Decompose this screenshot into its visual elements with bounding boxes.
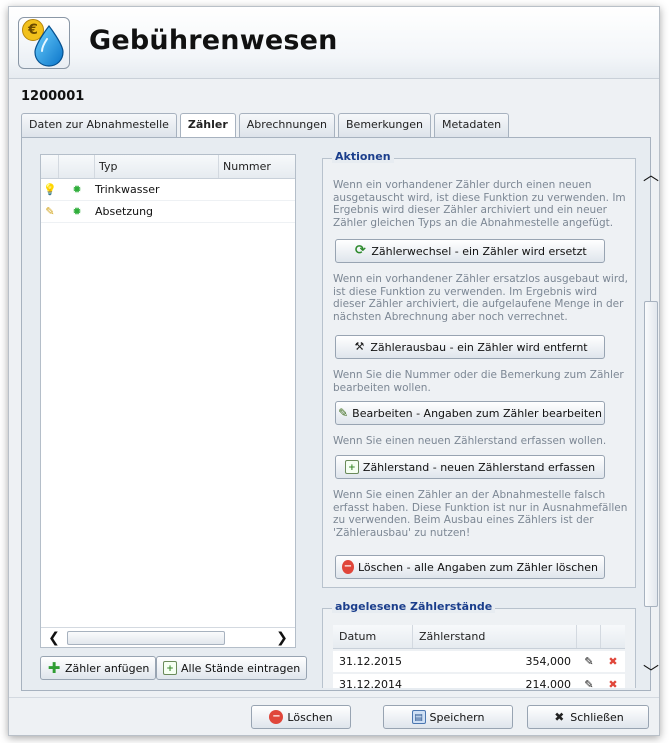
close-icon: ✖	[554, 710, 565, 724]
table-row[interactable]: 💡 ✹ Trinkwasser	[41, 179, 295, 201]
actions-scroll-area: Aktionen Wenn ein vorhandener Zähler dur…	[320, 148, 645, 688]
pencil-icon[interactable]: ✎	[577, 655, 601, 668]
tab-panel-zaehler: Typ Nummer 💡 ✹ Trinkwasser ✎ ✹ Absetzung…	[21, 137, 651, 691]
scroll-thumb[interactable]	[67, 630, 225, 645]
reading-datum: 31.12.2015	[339, 655, 402, 668]
green-bulb-icon: ✹	[72, 205, 82, 218]
pencil-icon[interactable]: ✎	[577, 678, 601, 688]
vertical-scrollbar[interactable]: ︿ ﹀	[641, 155, 659, 691]
chevron-down-icon[interactable]: ﹀	[641, 659, 659, 683]
green-bulb-icon: ✹	[72, 183, 82, 196]
table-row[interactable]: 31.12.2014 214,000 ✎ ✖	[333, 674, 625, 688]
scroll-track[interactable]	[67, 630, 269, 645]
delete-x-icon[interactable]: ✖	[601, 678, 625, 688]
action-hint: Wenn Sie einen neuen Zählerstand erfasse…	[333, 435, 607, 447]
remove-meter-label: Zählerausbau - ein Zähler wird entfernt	[370, 340, 588, 354]
reading-datum: 31.12.2014	[339, 678, 402, 688]
column-header-icon1	[41, 155, 59, 178]
chevron-up-icon[interactable]: ︿	[641, 161, 659, 185]
save-icon: ▤	[411, 710, 426, 724]
replace-meter-label: Zählerwechsel - ein Zähler wird ersetzt	[371, 244, 587, 258]
cycle-icon: ⟳	[354, 243, 366, 258]
column-header-icon2	[59, 155, 95, 178]
water-drop-icon	[34, 25, 64, 67]
replace-meter-button[interactable]: ⟳ Zählerwechsel - ein Zähler wird ersetz…	[335, 239, 605, 263]
tab-metadaten[interactable]: Metadaten	[434, 113, 510, 137]
tab-daten-zur-abnahmestelle[interactable]: Daten zur Abnahmestelle	[21, 113, 177, 137]
plus-icon: ✚	[47, 659, 61, 677]
actions-legend: Aktionen	[332, 150, 394, 163]
lightbulb-icon: 💡	[43, 183, 57, 196]
save-button[interactable]: ▤ Speichern	[383, 705, 513, 729]
delete-x-icon[interactable]: ✖	[601, 655, 625, 668]
action-hint: Wenn ein vorhandener Zähler durch einen …	[333, 179, 626, 229]
action-hint: Wenn ein vorhandener Zähler ersatzlos au…	[333, 273, 628, 323]
column-header-typ[interactable]: Typ	[95, 155, 219, 178]
title-bar: € Gebührenwesen	[9, 7, 659, 79]
readings-fieldset: abgelesene Zählerstände Datum Zählerstan…	[322, 600, 636, 688]
readings-table-header: Datum Zählerstand	[333, 625, 625, 649]
reading-stand: 214,000	[525, 678, 572, 688]
delete-label: Löschen	[287, 710, 333, 724]
scroll-right-icon[interactable]: ❯	[269, 630, 295, 646]
new-document-icon: +	[163, 661, 177, 675]
new-reading-label: Zählerstand - neuen Zählerstand erfassen	[362, 460, 596, 474]
horizontal-scrollbar[interactable]: ❮ ❯	[41, 627, 295, 647]
scroll-thumb[interactable]	[644, 301, 658, 607]
all-readings-button[interactable]: + Alle Stände eintragen	[156, 656, 308, 680]
delete-icon: −	[342, 560, 354, 574]
new-document-icon: +	[344, 460, 359, 474]
tab-abrechnungen[interactable]: Abrechnungen	[238, 113, 335, 137]
scroll-left-icon[interactable]: ❮	[41, 630, 67, 646]
tools-icon: ⚒	[354, 340, 365, 353]
meter-typ: Trinkwasser	[95, 183, 160, 196]
delete-button[interactable]: − Löschen	[251, 705, 351, 729]
add-meter-button[interactable]: ✚ Zähler anfügen	[40, 656, 157, 680]
app-window: € Gebührenwesen 1200001 Daten zur Abnahm…	[8, 6, 660, 736]
tab-zaehler[interactable]: Zähler	[179, 113, 236, 138]
column-header-delete	[601, 625, 625, 648]
euro-water-drop-icon: €	[18, 17, 70, 69]
column-header-nummer[interactable]: Nummer	[219, 155, 295, 178]
meter-grid-header: Typ Nummer	[41, 155, 295, 179]
delete-meter-button[interactable]: − Löschen - alle Angaben zum Zähler lösc…	[335, 555, 605, 579]
window-title: Gebührenwesen	[89, 25, 338, 56]
meter-grid: Typ Nummer 💡 ✹ Trinkwasser ✎ ✹ Absetzung…	[40, 154, 296, 648]
footer-bar: − Löschen ▤ Speichern ✖ Schließen	[9, 697, 659, 735]
tab-bar: Daten zur Abnahmestelle Zähler Abrechnun…	[21, 113, 510, 138]
table-row[interactable]: ✎ ✹ Absetzung	[41, 201, 295, 223]
new-reading-button[interactable]: + Zählerstand - neuen Zählerstand erfass…	[335, 455, 605, 479]
action-hint: Wenn Sie einen Zähler an der Abnahmestel…	[333, 489, 628, 539]
edit-meter-button[interactable]: ✎ Bearbeiten - Angaben zum Zähler bearbe…	[335, 401, 605, 425]
delete-icon: −	[269, 710, 284, 724]
reading-stand: 354,000	[525, 655, 572, 668]
action-hint: Wenn Sie die Nummer oder die Bemerkung z…	[333, 369, 624, 394]
edit-meter-label: Bearbeiten - Angaben zum Zähler bearbeit…	[352, 406, 602, 420]
edit-icon: ✎	[338, 406, 349, 420]
remove-meter-button[interactable]: ⚒ Zählerausbau - ein Zähler wird entfern…	[335, 335, 605, 359]
all-readings-label: Alle Stände eintragen	[181, 661, 301, 675]
column-header-datum[interactable]: Datum	[333, 625, 413, 648]
table-row[interactable]: 31.12.2015 354,000 ✎ ✖	[333, 651, 625, 673]
tab-bemerkungen[interactable]: Bemerkungen	[338, 113, 432, 137]
actions-fieldset: Aktionen Wenn ein vorhandener Zähler dur…	[322, 150, 636, 588]
column-header-zaehlerstand[interactable]: Zählerstand	[413, 625, 577, 648]
column-header-edit	[577, 625, 601, 648]
record-id: 1200001	[21, 89, 85, 104]
readings-legend: abgelesene Zählerstände	[332, 600, 496, 613]
pencil-icon: ✎	[45, 205, 55, 218]
delete-meter-label: Löschen - alle Angaben zum Zähler lösche…	[358, 560, 598, 574]
close-label: Schließen	[570, 710, 624, 724]
meter-typ: Absetzung	[95, 205, 154, 218]
save-label: Speichern	[429, 710, 485, 724]
add-meter-label: Zähler anfügen	[65, 661, 150, 675]
close-button[interactable]: ✖ Schließen	[527, 705, 649, 729]
